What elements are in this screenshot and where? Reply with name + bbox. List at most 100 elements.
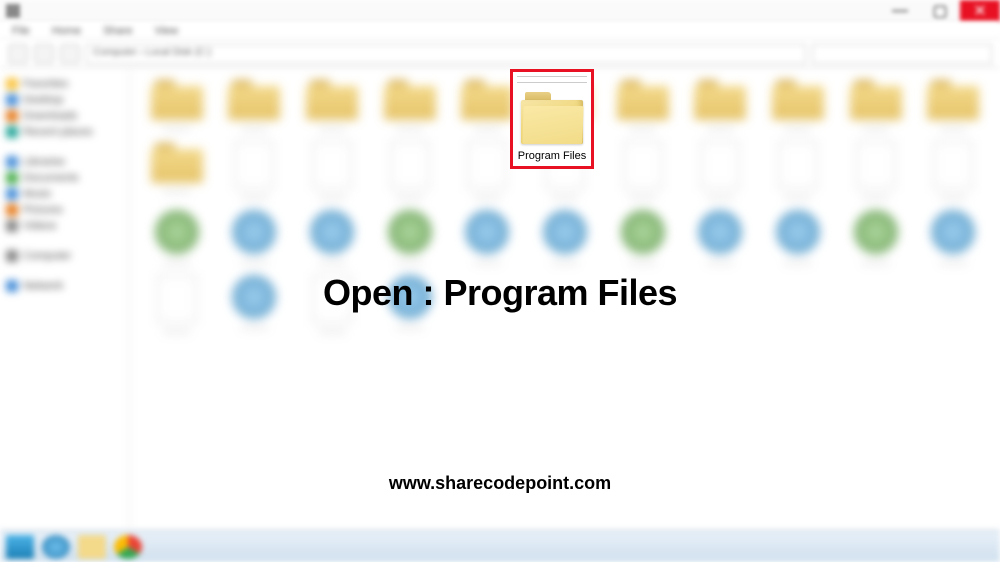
system-item[interactable]: ——— bbox=[373, 210, 447, 267]
taskbar-explorer-icon[interactable] bbox=[78, 535, 106, 559]
folder-icon bbox=[850, 78, 902, 120]
sidebar-item-label: Videos bbox=[23, 220, 56, 232]
system-item[interactable]: ——— bbox=[916, 210, 990, 267]
system-item[interactable]: ——— bbox=[683, 210, 757, 267]
item-label: ——— bbox=[862, 257, 889, 267]
system-item[interactable]: ——— bbox=[140, 210, 214, 267]
folder-item[interactable]: ——— bbox=[295, 78, 369, 133]
system-item[interactable]: ——— bbox=[295, 210, 369, 267]
file-item[interactable]: ——— bbox=[218, 141, 292, 202]
item-label: ——— bbox=[241, 257, 268, 267]
sidebar-item[interactable]: Favorites bbox=[6, 76, 123, 92]
folder-item[interactable]: ——— bbox=[606, 78, 680, 133]
ribbon-tab[interactable]: Home bbox=[52, 25, 81, 37]
file-item[interactable]: ——— bbox=[373, 141, 447, 202]
file-item[interactable]: ——— bbox=[683, 141, 757, 202]
back-button[interactable] bbox=[8, 44, 28, 64]
sidebar-item[interactable]: Desktop bbox=[6, 92, 123, 108]
sidebar-item-icon bbox=[6, 204, 18, 216]
taskbar-chrome-icon[interactable] bbox=[114, 535, 142, 559]
folder-item[interactable]: ——— bbox=[373, 78, 447, 133]
item-label: ——— bbox=[396, 322, 423, 332]
sys-icon bbox=[698, 210, 742, 254]
sidebar-item-icon bbox=[6, 250, 18, 262]
item-label: ——— bbox=[707, 192, 734, 202]
system-item[interactable]: ——— bbox=[451, 210, 525, 267]
sidebar-item[interactable]: Downloads bbox=[6, 108, 123, 124]
sidebar-item[interactable]: Recent places bbox=[6, 124, 123, 140]
fwd-button[interactable] bbox=[34, 44, 54, 64]
sidebar-item-icon bbox=[6, 94, 18, 106]
item-label: ——— bbox=[551, 257, 578, 267]
sysg-icon bbox=[155, 210, 199, 254]
item-label: ——— bbox=[163, 123, 190, 133]
ribbon-tab[interactable]: File bbox=[12, 25, 30, 37]
sidebar-item-icon bbox=[6, 188, 18, 200]
start-button[interactable] bbox=[6, 535, 34, 559]
sidebar-item-label: Documents bbox=[23, 172, 79, 184]
ribbon-tabs: File Home Share View bbox=[0, 22, 1000, 40]
folder-item[interactable]: ——— bbox=[916, 78, 990, 133]
item-label: ——— bbox=[940, 192, 967, 202]
folder-item[interactable]: ——— bbox=[683, 78, 757, 133]
item-label: ——— bbox=[707, 123, 734, 133]
sidebar-item-label: Computer bbox=[23, 250, 71, 262]
sidebar-item-icon bbox=[6, 110, 18, 122]
item-label: ——— bbox=[862, 123, 889, 133]
sidebar-item[interactable]: Documents bbox=[6, 170, 123, 186]
taskbar-ie-icon[interactable] bbox=[42, 535, 70, 559]
max-button[interactable]: ▢ bbox=[920, 0, 960, 22]
folder-icon bbox=[151, 78, 203, 120]
folder-item[interactable]: ——— bbox=[140, 78, 214, 133]
file-item[interactable]: ——— bbox=[606, 141, 680, 202]
address-bar[interactable]: Computer › Local Disk (C:) bbox=[86, 44, 806, 64]
highlighted-folder[interactable]: Program Files bbox=[510, 69, 594, 169]
sidebar-item-label: Music bbox=[23, 188, 52, 200]
folder-icon bbox=[927, 78, 979, 120]
item-label: ——— bbox=[629, 123, 656, 133]
system-item[interactable]: ——— bbox=[528, 210, 602, 267]
min-button[interactable]: — bbox=[880, 0, 920, 22]
file-item[interactable]: ——— bbox=[839, 141, 913, 202]
file-item[interactable]: ——— bbox=[916, 141, 990, 202]
system-item[interactable]: ——— bbox=[761, 210, 835, 267]
sidebar-item[interactable]: Libraries bbox=[6, 154, 123, 170]
sys-icon bbox=[465, 210, 509, 254]
folder-icon bbox=[306, 78, 358, 120]
close-button[interactable]: ✕ bbox=[960, 0, 1000, 22]
item-label: ——— bbox=[629, 257, 656, 267]
folder-icon bbox=[461, 78, 513, 120]
search-input[interactable] bbox=[812, 44, 992, 64]
item-label: ——— bbox=[163, 186, 190, 196]
sys-icon bbox=[543, 210, 587, 254]
file-item[interactable]: ——— bbox=[295, 141, 369, 202]
overlay-url: www.sharecodepoint.com bbox=[0, 473, 1000, 494]
ribbon-tab[interactable]: Share bbox=[103, 25, 132, 37]
file-icon bbox=[778, 141, 818, 189]
up-button[interactable] bbox=[60, 44, 80, 64]
folder-icon bbox=[617, 78, 669, 120]
sidebar-item[interactable]: Videos bbox=[6, 218, 123, 234]
sidebar-item[interactable]: Pictures bbox=[6, 202, 123, 218]
explorer-window: — ▢ ✕ File Home Share View Computer › Lo… bbox=[0, 0, 1000, 562]
item-label: ——— bbox=[396, 123, 423, 133]
file-icon bbox=[467, 141, 507, 189]
sidebar-item-label: Libraries bbox=[23, 156, 65, 168]
sidebar-item[interactable]: Computer bbox=[6, 248, 123, 264]
item-label: ——— bbox=[784, 257, 811, 267]
folder-item[interactable]: ——— bbox=[140, 141, 214, 202]
sidebar-item[interactable]: Music bbox=[6, 186, 123, 202]
ribbon-tab[interactable]: View bbox=[154, 25, 178, 37]
sidebar-item-icon bbox=[6, 172, 18, 184]
folder-item[interactable]: ——— bbox=[218, 78, 292, 133]
system-item[interactable]: ——— bbox=[839, 210, 913, 267]
file-icon bbox=[700, 141, 740, 189]
file-item[interactable]: ——— bbox=[761, 141, 835, 202]
system-item[interactable]: ——— bbox=[606, 210, 680, 267]
folder-item[interactable]: ——— bbox=[761, 78, 835, 133]
system-item[interactable]: ——— bbox=[218, 210, 292, 267]
item-label: ——— bbox=[396, 192, 423, 202]
folder-item[interactable]: ——— bbox=[839, 78, 913, 133]
item-label: ——— bbox=[319, 192, 346, 202]
item-label: ——— bbox=[862, 192, 889, 202]
